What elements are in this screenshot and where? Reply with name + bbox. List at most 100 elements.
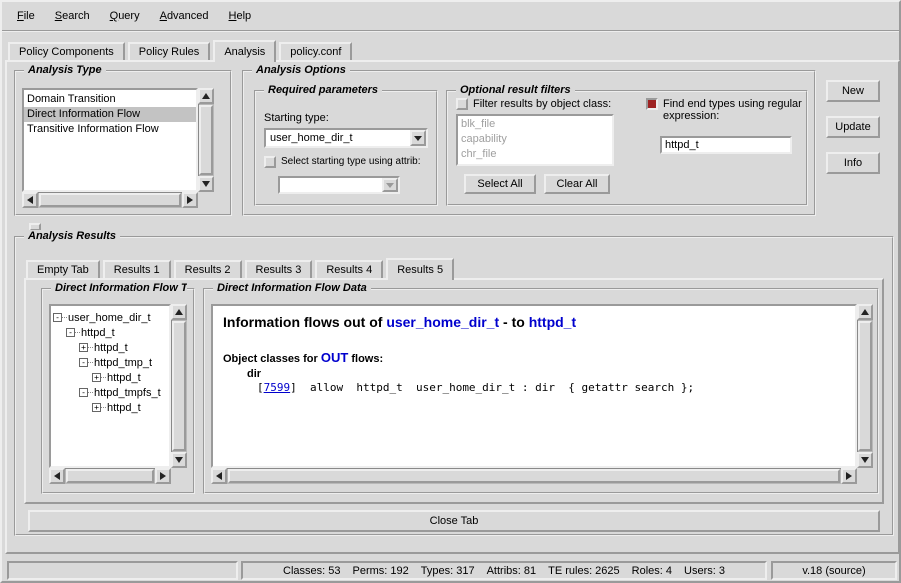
- tree-node-label[interactable]: httpd_tmp_t: [93, 357, 152, 369]
- close-tab-button[interactable]: Close Tab: [28, 510, 880, 532]
- object-class-name: dir: [247, 368, 847, 380]
- combobox-dropdown-button-disabled: [382, 178, 398, 192]
- menu-file[interactable]: File: [8, 7, 44, 25]
- right-arrow-icon: [846, 472, 856, 480]
- scroll-right-button[interactable]: [155, 468, 171, 484]
- menubar: File Search Query Advanced Help: [2, 2, 899, 32]
- flow-tree-vscrollbar[interactable]: [171, 304, 187, 468]
- menu-search[interactable]: Search: [46, 7, 99, 25]
- required-parameters-group: Required parameters Starting type: user_…: [254, 90, 438, 206]
- attrib-checkbox[interactable]: [264, 156, 276, 168]
- tab-results-4[interactable]: Results 4: [315, 260, 383, 278]
- menu-help[interactable]: Help: [220, 7, 261, 25]
- clear-all-button[interactable]: Clear All: [544, 174, 610, 194]
- flow-tree[interactable]: -user_home_dir_t -httpd_t +httpd_t -http…: [49, 304, 171, 468]
- analysis-type-title: Analysis Type: [24, 64, 106, 76]
- tree-node-label[interactable]: httpd_tmpfs_t: [93, 387, 161, 399]
- listbox-item-direct-information-flow[interactable]: Direct Information Flow: [24, 107, 196, 122]
- scroll-down-button[interactable]: [198, 176, 214, 192]
- attrib-checkbox-label: Select starting type using attrib:: [281, 156, 421, 168]
- scroll-left-button[interactable]: [211, 468, 227, 484]
- scroll-thumb[interactable]: [39, 193, 181, 207]
- scroll-right-button[interactable]: [841, 468, 857, 484]
- scroll-down-button[interactable]: [857, 452, 873, 468]
- tree-node-label[interactable]: httpd_t: [93, 342, 128, 354]
- stat-types: Types: 317: [421, 565, 475, 577]
- tree-node-label[interactable]: httpd_t: [106, 402, 141, 414]
- flow-data-vscrollbar[interactable]: [857, 304, 873, 468]
- left-arrow-icon: [212, 472, 222, 480]
- tab-policy-conf[interactable]: policy.conf: [279, 42, 352, 60]
- menu-query[interactable]: Query: [101, 7, 149, 25]
- tree-node-label[interactable]: user_home_dir_t: [67, 312, 151, 324]
- update-button[interactable]: Update: [826, 116, 880, 138]
- up-arrow-icon: [202, 89, 210, 99]
- menu-advanced[interactable]: Advanced: [151, 7, 218, 25]
- tree-node[interactable]: -httpd_tmpfs_t: [51, 385, 169, 400]
- tree-node[interactable]: -httpd_tmp_t: [51, 355, 169, 370]
- scroll-down-button[interactable]: [171, 452, 187, 468]
- tree-expander-icon[interactable]: -: [79, 388, 88, 397]
- scroll-up-button[interactable]: [171, 304, 187, 320]
- select-all-button[interactable]: Select All: [464, 174, 536, 194]
- listbox-item-domain-transition[interactable]: Domain Transition: [24, 92, 196, 107]
- scroll-thumb[interactable]: [858, 321, 872, 451]
- tab-results-3[interactable]: Results 3: [245, 260, 313, 278]
- main-content-frame: Analysis Type Domain Transition Direct I…: [5, 60, 900, 554]
- optional-result-filters-group: Optional result filters Filter results b…: [446, 90, 808, 206]
- tree-node[interactable]: -user_home_dir_t: [51, 310, 169, 325]
- tree-node-label[interactable]: httpd_t: [80, 327, 115, 339]
- listbox-item-capability: capability: [458, 132, 612, 147]
- combobox-dropdown-button[interactable]: [410, 130, 426, 146]
- tree-node[interactable]: + httpd_t: [51, 340, 169, 355]
- scroll-thumb[interactable]: [172, 321, 186, 451]
- tree-expander-icon[interactable]: +: [92, 373, 101, 382]
- flow-tree-hscrollbar[interactable]: [49, 468, 171, 484]
- analysis-type-listbox[interactable]: Domain Transition Direct Information Flo…: [22, 88, 198, 192]
- tab-results-5[interactable]: Results 5: [386, 258, 454, 280]
- results-tabs: Empty Tab Results 1 Results 2 Results 3 …: [26, 256, 457, 278]
- new-button[interactable]: New: [826, 80, 880, 102]
- status-stats-panel: Classes: 53 Perms: 192 Types: 317 Attrib…: [241, 561, 767, 580]
- scroll-thumb[interactable]: [199, 105, 213, 175]
- scroll-left-button[interactable]: [22, 192, 38, 208]
- tree-expander-icon[interactable]: -: [66, 328, 75, 337]
- regex-input[interactable]: [660, 136, 792, 154]
- analysis-type-vscrollbar[interactable]: [198, 88, 214, 192]
- tree-expander-icon[interactable]: -: [53, 313, 62, 322]
- tree-expander-icon[interactable]: -: [79, 358, 88, 367]
- tab-results-1[interactable]: Results 1: [103, 260, 171, 278]
- analysis-type-hscrollbar[interactable]: [22, 192, 198, 208]
- tree-node-label[interactable]: httpd_t: [106, 372, 141, 384]
- tab-empty-tab[interactable]: Empty Tab: [26, 260, 100, 278]
- scroll-up-button[interactable]: [198, 88, 214, 104]
- tab-analysis[interactable]: Analysis: [213, 40, 276, 62]
- rule-number-link[interactable]: 7599: [264, 381, 291, 394]
- tab-results-2[interactable]: Results 2: [174, 260, 242, 278]
- filter-by-class-checkbox[interactable]: [456, 98, 468, 110]
- scroll-left-button[interactable]: [49, 468, 65, 484]
- tab-policy-rules[interactable]: Policy Rules: [128, 42, 211, 60]
- tab-policy-components[interactable]: Policy Components: [8, 42, 125, 60]
- tree-node[interactable]: + httpd_t: [51, 400, 169, 415]
- tree-expander-icon[interactable]: +: [79, 343, 88, 352]
- info-button[interactable]: Info: [826, 152, 880, 174]
- object-class-listbox-disabled: blk_file capability chr_file: [456, 114, 614, 166]
- scroll-thumb[interactable]: [228, 469, 840, 483]
- flow-data-hscrollbar[interactable]: [211, 468, 857, 484]
- scroll-up-button[interactable]: [857, 304, 873, 320]
- regex-checkbox[interactable]: [646, 98, 658, 110]
- scroll-right-button[interactable]: [182, 192, 198, 208]
- tree-expander-icon[interactable]: +: [92, 403, 101, 412]
- attrib-combobox-disabled: [278, 176, 400, 194]
- listbox-item-transitive-information-flow[interactable]: Transitive Information Flow: [24, 122, 196, 137]
- scroll-thumb[interactable]: [66, 469, 154, 483]
- filter-by-class-row: Filter results by object class:: [456, 98, 611, 110]
- flow-data-textarea[interactable]: Information flows out of user_home_dir_t…: [211, 304, 857, 468]
- starting-type-combobox[interactable]: user_home_dir_t: [264, 128, 428, 148]
- tree-node[interactable]: -httpd_t: [51, 325, 169, 340]
- tree-node[interactable]: + httpd_t: [51, 370, 169, 385]
- flow-direction: OUT: [321, 350, 348, 365]
- stat-perms: Perms: 192: [353, 565, 409, 577]
- up-arrow-icon: [861, 305, 869, 315]
